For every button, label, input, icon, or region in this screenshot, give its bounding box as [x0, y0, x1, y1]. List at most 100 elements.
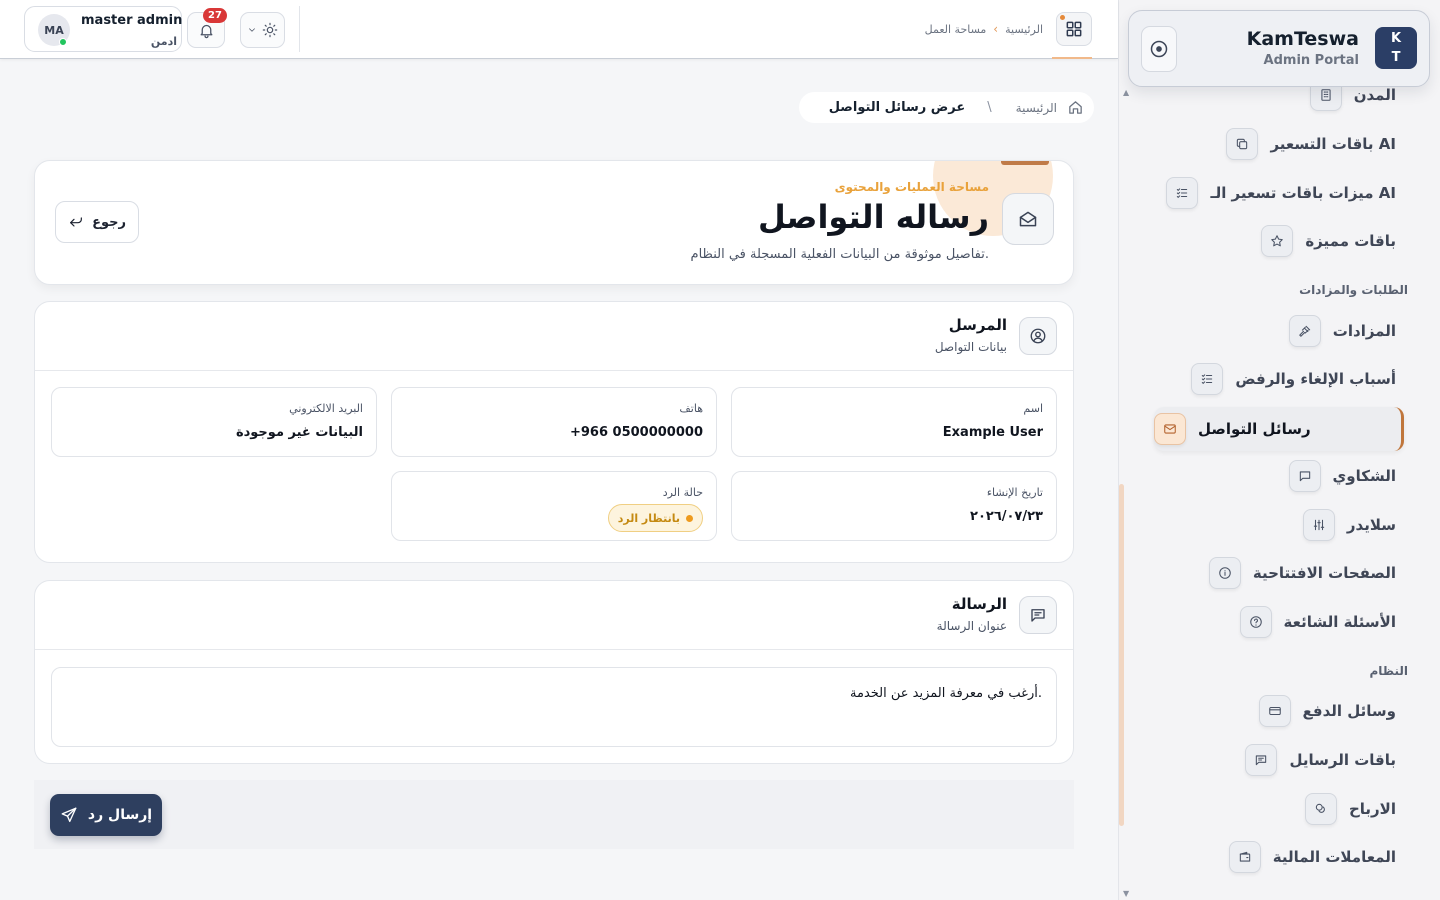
- status-dot: [686, 514, 693, 522]
- brand-subtitle: Admin Portal: [1263, 53, 1359, 68]
- star-icon: [1261, 225, 1294, 257]
- send-reply-label: إرسال رد: [87, 807, 153, 823]
- field-email: البريد الالكتروني البيانات غير موجودة: [51, 387, 377, 457]
- home-icon[interactable]: [1067, 99, 1084, 116]
- coins-icon: [1304, 793, 1337, 825]
- list-check-icon: [1191, 363, 1224, 395]
- sun-icon: [262, 22, 278, 38]
- nav-label: رسائل التواصل: [1198, 420, 1311, 438]
- nav-item-profits[interactable]: الارباح: [1304, 789, 1396, 829]
- nav-item-slider[interactable]: سلايدر: [1302, 505, 1396, 545]
- brand-name: KamTeswa: [1246, 28, 1359, 50]
- send-icon: [60, 806, 78, 824]
- user-menu[interactable]: MA master admin ادمن: [24, 6, 182, 52]
- scroll-down-arrow[interactable]: ▼: [1123, 889, 1129, 898]
- message-square-icon: [1245, 744, 1278, 776]
- user-role: ادمن: [150, 35, 177, 48]
- top-breadcrumb: الرئيسية › مساحة العمل: [925, 22, 1043, 36]
- top-breadcrumb-current: مساحة العمل: [924, 22, 987, 36]
- nav-item-payment-methods[interactable]: وسائل الدفع: [1258, 691, 1396, 731]
- sidebar-toggle-button[interactable]: [1141, 26, 1177, 72]
- header-accent-bar: [1001, 161, 1049, 165]
- nav-item-message-plans[interactable]: باقات الرسايل: [1245, 740, 1396, 780]
- nav-item-ai-plan-features[interactable]: ميزات باقات تسعير الـ AI: [1166, 173, 1396, 213]
- field-value: البيانات غير موجودة: [235, 425, 363, 440]
- field-label: البريد الالكتروني: [289, 402, 363, 415]
- theme-toggle-button[interactable]: [240, 12, 285, 48]
- field-label: تاريخ الإنشاء: [986, 486, 1043, 499]
- page-title: رساله التواصل: [757, 198, 989, 236]
- nav-label: باقات الرسايل: [1289, 751, 1396, 769]
- field-label: هاتف: [679, 402, 703, 415]
- message-body: أرغب في معرفة المزيد عن الخدمة.: [850, 686, 1042, 701]
- field-name: اسم Example User: [731, 387, 1057, 457]
- page-eyebrow: مساحة العمليات والمحتوى: [834, 180, 989, 194]
- credit-card-icon: [1258, 695, 1291, 727]
- nav-item-contact-messages[interactable]: رسائل التواصل: [1154, 407, 1404, 451]
- nav-item-faq[interactable]: الأسئلة الشائعة: [1239, 602, 1397, 642]
- nav-item-transactions[interactable]: المعاملات المالية: [1228, 837, 1396, 877]
- list-check-icon: [1166, 177, 1199, 209]
- nav-label: الأسئلة الشائعة: [1283, 613, 1397, 631]
- help-icon: [1239, 606, 1272, 638]
- user-name: master admin: [81, 13, 183, 28]
- send-reply-button[interactable]: إرسال رد: [50, 794, 162, 836]
- message-square-icon: [1019, 596, 1057, 634]
- nav-label: المدن: [1353, 86, 1396, 104]
- nav-item-ai-pricing-plans[interactable]: باقات التسعير AI: [1226, 124, 1396, 164]
- breadcrumb-home-link[interactable]: الرئيسية: [1016, 101, 1057, 115]
- nav-label: المزادات: [1332, 322, 1396, 340]
- nav-label: أسباب الإلغاء والرفض: [1235, 370, 1396, 388]
- back-button[interactable]: رجوع: [55, 201, 139, 243]
- back-button-label: رجوع: [92, 214, 126, 230]
- nav-item-auctions[interactable]: المزادات: [1288, 311, 1396, 351]
- user-circle-icon: [1019, 317, 1057, 355]
- field-value: +966 0500000000: [569, 425, 703, 440]
- field-value: ٢٠٢٦/٠٧/٢٣: [970, 509, 1043, 524]
- chevron-down-icon: [247, 25, 257, 35]
- brand-logo-letter: K: [1390, 31, 1402, 46]
- nav-label: باقات مميزة: [1305, 232, 1396, 250]
- nav-section-requests: الطلبات والمزادات: [1299, 283, 1408, 297]
- message-subtitle: عنوان الرسالة: [936, 619, 1007, 633]
- nav-item-onboarding-pages[interactable]: الصفحات الافتتاحية: [1208, 553, 1396, 593]
- breadcrumb-separator: \: [987, 100, 992, 115]
- notification-count-badge: 27: [203, 8, 227, 23]
- nav-section-system: النظام: [1369, 664, 1408, 678]
- nav-label: الشكاوي: [1332, 467, 1396, 485]
- nav-label: ميزات باقات تسعير الـ AI: [1210, 184, 1396, 202]
- scroll-up-arrow[interactable]: ▲: [1123, 88, 1129, 97]
- sender-subtitle: بيانات التواصل: [934, 340, 1007, 354]
- wallet-icon: [1228, 841, 1261, 873]
- top-bar: الرئيسية › مساحة العمل 27 MA master admi…: [0, 0, 1118, 59]
- brand-logo: K T: [1375, 27, 1417, 69]
- nav-label: وسائل الدفع: [1302, 702, 1396, 720]
- nav-item-featured-plans[interactable]: باقات مميزة: [1261, 221, 1396, 261]
- page-header-card: مساحة العمليات والمحتوى رساله التواصل تف…: [34, 160, 1074, 285]
- info-icon: [1208, 557, 1241, 589]
- status-badge: بانتظار الرد: [607, 504, 703, 532]
- top-breadcrumb-home[interactable]: الرئيسية: [1005, 23, 1043, 36]
- online-status-dot: [59, 38, 67, 46]
- nav-label: سلايدر: [1346, 516, 1396, 534]
- message-square-icon: [1288, 460, 1321, 492]
- chevron-left-icon: ›: [993, 22, 999, 36]
- field-value: Example User: [942, 425, 1043, 440]
- brand-logo-letter: T: [1391, 50, 1401, 65]
- field-label: اسم: [1023, 402, 1043, 415]
- nav-label: الارباح: [1348, 800, 1396, 818]
- message-card: الرسالة عنوان الرسالة أرغب في معرفة المز…: [34, 580, 1074, 764]
- nav-item-complaints[interactable]: الشكاوي: [1288, 456, 1396, 496]
- sender-title: المرسل: [948, 316, 1007, 334]
- sender-card: المرسل بيانات التواصل اسم Example User ه…: [34, 301, 1074, 563]
- brand-card: K T KamTeswa Admin Portal: [1128, 10, 1430, 87]
- field-created-date: تاريخ الإنشاء ٢٠٢٦/٠٧/٢٣: [731, 471, 1057, 541]
- field-label: حالة الرد: [662, 486, 703, 499]
- nav-label: المعاملات المالية: [1272, 848, 1396, 866]
- field-reply-status: حالة الرد بانتظار الرد: [391, 471, 717, 541]
- reply-arrow-icon: [68, 214, 84, 230]
- grid-icon: [1064, 19, 1084, 39]
- section-divider: [35, 370, 1073, 371]
- nav-item-cancel-reasons[interactable]: أسباب الإلغاء والرفض: [1191, 359, 1396, 399]
- top-bar-accent: [1052, 57, 1092, 59]
